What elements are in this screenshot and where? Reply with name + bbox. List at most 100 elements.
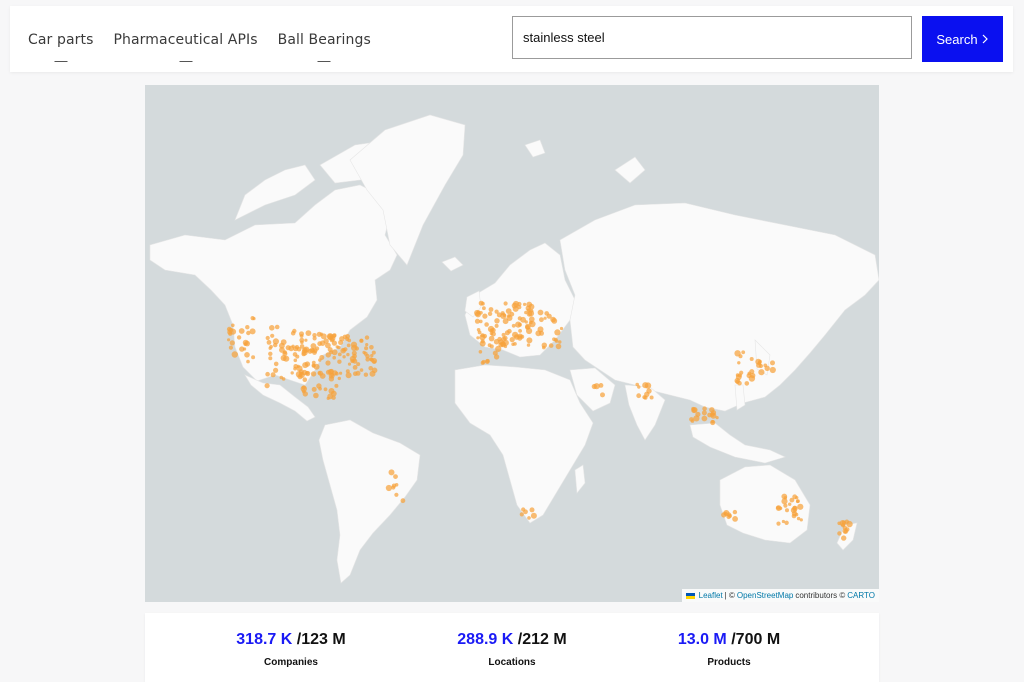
supplier-marker[interactable] — [299, 334, 304, 338]
supplier-marker[interactable] — [246, 330, 251, 336]
supplier-marker[interactable] — [268, 351, 273, 356]
supplier-marker[interactable] — [229, 340, 235, 346]
supplier-marker[interactable] — [265, 335, 270, 341]
supplier-marker[interactable] — [269, 344, 273, 349]
supplier-marker[interactable] — [512, 331, 519, 338]
supplier-marker[interactable] — [591, 383, 597, 390]
supplier-marker[interactable] — [334, 383, 339, 388]
supplier-marker[interactable] — [737, 361, 741, 365]
supplier-marker[interactable] — [359, 338, 364, 343]
supplier-marker[interactable] — [702, 406, 707, 412]
supplier-marker[interactable] — [795, 496, 799, 500]
supplier-marker[interactable] — [270, 372, 276, 378]
supplier-marker[interactable] — [296, 364, 300, 368]
supplier-marker[interactable] — [504, 330, 510, 336]
supplier-marker[interactable] — [273, 367, 279, 373]
supplier-marker[interactable] — [503, 301, 508, 306]
supplier-marker[interactable] — [305, 330, 312, 336]
supplier-marker[interactable] — [228, 327, 234, 333]
supplier-marker[interactable] — [513, 300, 519, 307]
supplier-marker[interactable] — [356, 362, 361, 367]
supplier-marker[interactable] — [352, 353, 357, 359]
supplier-marker[interactable] — [250, 316, 255, 321]
supplier-marker[interactable] — [327, 347, 333, 353]
supplier-marker[interactable] — [837, 521, 841, 526]
supplier-marker[interactable] — [297, 374, 303, 380]
supplier-marker[interactable] — [266, 340, 272, 345]
supplier-marker[interactable] — [364, 335, 370, 340]
supplier-marker[interactable] — [741, 350, 746, 355]
supplier-marker[interactable] — [369, 357, 373, 362]
supplier-marker[interactable] — [558, 340, 562, 344]
supplier-marker[interactable] — [481, 359, 486, 364]
supplier-marker[interactable] — [644, 382, 652, 389]
supplier-marker[interactable] — [517, 333, 523, 339]
supplier-marker[interactable] — [481, 301, 485, 306]
supplier-marker[interactable] — [264, 383, 270, 389]
supplier-marker[interactable] — [721, 512, 727, 518]
supplier-marker[interactable] — [735, 374, 742, 380]
supplier-marker[interactable] — [489, 344, 494, 349]
supplier-marker[interactable] — [509, 337, 515, 343]
supplier-marker[interactable] — [529, 316, 535, 322]
supplier-marker[interactable] — [770, 360, 775, 366]
supplier-marker[interactable] — [293, 366, 297, 371]
supplier-marker[interactable] — [726, 512, 732, 517]
supplier-marker[interactable] — [238, 328, 245, 334]
supplier-marker[interactable] — [796, 516, 801, 521]
supplier-marker[interactable] — [325, 360, 331, 366]
supplier-marker[interactable] — [338, 340, 344, 345]
supplier-marker[interactable] — [268, 356, 273, 361]
supplier-marker[interactable] — [310, 371, 317, 377]
supplier-marker[interactable] — [487, 325, 495, 333]
supplier-marker[interactable] — [228, 345, 233, 350]
supplier-marker[interactable] — [474, 318, 480, 324]
supplier-marker[interactable] — [789, 497, 795, 503]
supplier-marker[interactable] — [537, 326, 544, 333]
supplier-marker[interactable] — [317, 341, 323, 347]
supplier-marker[interactable] — [783, 496, 788, 500]
supplier-marker[interactable] — [316, 383, 322, 389]
supplier-marker[interactable] — [304, 338, 308, 342]
supplier-marker[interactable] — [527, 516, 531, 520]
supplier-marker[interactable] — [646, 388, 652, 394]
supplier-marker[interactable] — [511, 323, 516, 328]
supplier-marker[interactable] — [493, 338, 500, 345]
supplier-marker[interactable] — [500, 311, 505, 316]
supplier-marker[interactable] — [347, 362, 352, 366]
supplier-marker[interactable] — [689, 417, 694, 422]
supplier-marker[interactable] — [709, 407, 715, 413]
supplier-marker[interactable] — [554, 339, 559, 343]
supplier-marker[interactable] — [543, 316, 547, 320]
supplier-marker[interactable] — [598, 383, 604, 388]
supplier-marker[interactable] — [519, 512, 524, 517]
supplier-marker[interactable] — [365, 343, 369, 347]
supplier-marker[interactable] — [337, 376, 341, 381]
supplier-marker[interactable] — [529, 507, 535, 513]
supplier-marker[interactable] — [559, 326, 564, 331]
supplier-marker[interactable] — [769, 366, 776, 374]
supplier-marker[interactable] — [523, 302, 527, 306]
supplier-marker[interactable] — [526, 337, 533, 344]
supplier-marker[interactable] — [525, 305, 531, 311]
supplier-marker[interactable] — [841, 535, 847, 541]
supplier-marker[interactable] — [337, 359, 342, 364]
supplier-marker[interactable] — [393, 474, 398, 479]
supplier-marker[interactable] — [478, 350, 483, 354]
supplier-marker[interactable] — [231, 351, 238, 358]
supplier-marker[interactable] — [477, 330, 482, 335]
supplier-marker[interactable] — [325, 369, 331, 375]
supplier-marker[interactable] — [330, 390, 337, 397]
supplier-marker[interactable] — [251, 355, 256, 360]
supplier-marker[interactable] — [302, 362, 309, 369]
supplier-marker[interactable] — [509, 311, 515, 317]
supplier-marker[interactable] — [325, 352, 331, 358]
supplier-marker[interactable] — [748, 375, 756, 382]
supplier-marker[interactable] — [292, 328, 297, 334]
world-map[interactable]: Leaflet | © OpenStreetMap contributors ©… — [145, 85, 879, 602]
supplier-marker[interactable] — [554, 329, 561, 336]
supplier-marker[interactable] — [749, 357, 754, 361]
supplier-marker[interactable] — [317, 371, 322, 375]
supplier-marker[interactable] — [764, 365, 770, 371]
supplier-marker[interactable] — [732, 509, 738, 515]
